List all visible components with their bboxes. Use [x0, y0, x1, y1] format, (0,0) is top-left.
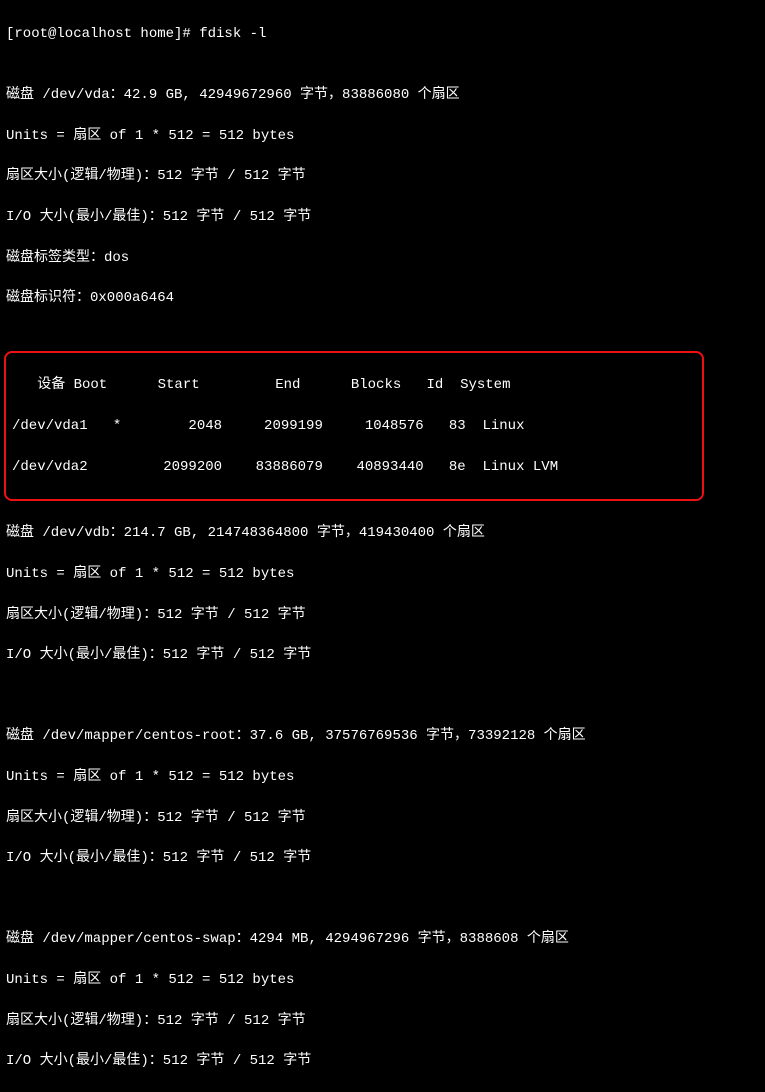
mapper-swap-units: Units = 扇区 of 1 * 512 = 512 bytes: [6, 970, 759, 990]
disk-vda-header: 磁盘 /dev/vda：42.9 GB, 42949672960 字节，8388…: [6, 85, 759, 105]
disk-vda-units: Units = 扇区 of 1 * 512 = 512 bytes: [6, 126, 759, 146]
disk-vdb-units: Units = 扇区 of 1 * 512 = 512 bytes: [6, 564, 759, 584]
mapper-root-header: 磁盘 /dev/mapper/centos-root：37.6 GB, 3757…: [6, 726, 759, 746]
mapper-root-io: I/O 大小(最小/最佳)：512 字节 / 512 字节: [6, 848, 759, 868]
partition-row-vda2: /dev/vda2 2099200 83886079 40893440 8e L…: [12, 457, 696, 477]
partition-table-header: 设备 Boot Start End Blocks Id System: [12, 375, 696, 395]
mapper-swap-io: I/O 大小(最小/最佳)：512 字节 / 512 字节: [6, 1051, 759, 1071]
disk-vda-sector: 扇区大小(逻辑/物理)：512 字节 / 512 字节: [6, 166, 759, 186]
mapper-root-sector: 扇区大小(逻辑/物理)：512 字节 / 512 字节: [6, 808, 759, 828]
disk-vda-io: I/O 大小(最小/最佳)：512 字节 / 512 字节: [6, 207, 759, 227]
terminal-output: [root@localhost home]# fdisk -l 磁盘 /dev/…: [6, 4, 759, 1092]
disk-vda-identifier: 磁盘标识符：0x000a6464: [6, 288, 759, 308]
disk-vdb-sector: 扇区大小(逻辑/物理)：512 字节 / 512 字节: [6, 605, 759, 625]
disk-vdb-io: I/O 大小(最小/最佳)：512 字节 / 512 字节: [6, 645, 759, 665]
disk-vda-labeltype: 磁盘标签类型：dos: [6, 248, 759, 268]
shell-prompt: [root@localhost home]# fdisk -l: [6, 24, 759, 44]
mapper-swap-header: 磁盘 /dev/mapper/centos-swap：4294 MB, 4294…: [6, 929, 759, 949]
partition-row-vda1: /dev/vda1 * 2048 2099199 1048576 83 Linu…: [12, 416, 696, 436]
disk-vdb-header: 磁盘 /dev/vdb：214.7 GB, 214748364800 字节，41…: [6, 523, 759, 543]
mapper-root-units: Units = 扇区 of 1 * 512 = 512 bytes: [6, 767, 759, 787]
mapper-swap-sector: 扇区大小(逻辑/物理)：512 字节 / 512 字节: [6, 1011, 759, 1031]
partition-table-highlight: 设备 Boot Start End Blocks Id System /dev/…: [4, 351, 704, 501]
